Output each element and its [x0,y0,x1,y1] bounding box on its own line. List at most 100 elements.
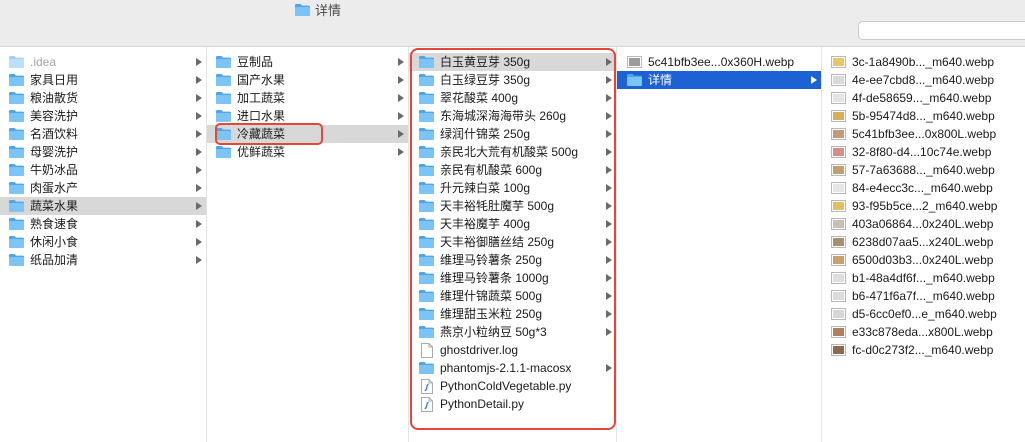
item-name: 肉蛋水产 [30,181,79,195]
folder-item[interactable]: .idea [0,53,206,71]
disclosure-triangle-icon [606,328,612,336]
folder-item[interactable]: 休闲小食 [0,233,206,251]
folder-item[interactable]: 豆制品 [207,53,408,71]
folder-icon [418,216,435,232]
image-file-icon [830,180,847,196]
window-title: 详情 [294,1,341,18]
folder-item[interactable]: 纸品加清 [0,251,206,269]
folder-item[interactable]: 东海城深海海带头 260g [409,107,616,125]
folder-item[interactable]: phantomjs-2.1.1-macosx [409,359,616,377]
folder-item[interactable]: 冷藏蔬菜 [207,125,408,143]
item-name: 家具日用 [30,73,79,87]
folder-icon [418,144,435,160]
item-name: 5c41bfb3ee...0x800L.webp [852,127,997,141]
folder-item[interactable]: 燕京小粒纳豆 50g*3 [409,323,616,341]
column-5: 3c-1a8490b..._m640.webp 4e-ee7cbd8..._m64… [822,47,1025,442]
item-name: 加工蔬菜 [237,91,286,105]
item-name: 维理甜玉米粒 250g [440,307,543,321]
file-item[interactable]: 57-7a63688..._m640.webp [822,161,1025,179]
item-name: 维理马铃薯条 250g [440,253,543,267]
item-name: 燕京小粒纳豆 50g*3 [440,325,547,339]
file-item[interactable]: 4e-ee7cbd8..._m640.webp [822,71,1025,89]
folder-icon [8,144,25,160]
folder-item[interactable]: 详情 [617,71,821,89]
item-name: e33c878eda...x800L.webp [852,325,993,339]
file-item[interactable]: ghostdriver.log [409,341,616,359]
folder-item[interactable]: 母婴洗护 [0,143,206,161]
folder-item[interactable]: 家具日用 [0,71,206,89]
file-item[interactable]: e33c878eda...x800L.webp [822,323,1025,341]
folder-icon [215,108,232,124]
folder-item[interactable]: 天丰裕御膳丝结 250g [409,233,616,251]
item-name: .idea [30,55,57,69]
item-name: 93-f95b5ce...2_m640.webp [852,199,998,213]
file-item[interactable]: PythonDetail.py [409,395,616,413]
search-input[interactable] [858,21,1025,40]
folder-icon [8,216,25,232]
file-item[interactable]: 3c-1a8490b..._m640.webp [822,53,1025,71]
item-name: PythonColdVegetable.py [440,379,572,393]
folder-item[interactable]: 维理马铃薯条 250g [409,251,616,269]
file-item[interactable]: fc-d0c273f2..._m640.webp [822,341,1025,359]
item-name: 美容洗护 [30,109,79,123]
file-item[interactable]: 4f-de58659..._m640.webp [822,89,1025,107]
folder-item[interactable]: 维理甜玉米粒 250g [409,305,616,323]
file-item[interactable]: 6500d03b3...0x240L.webp [822,251,1025,269]
item-name: 进口水果 [237,109,286,123]
disclosure-triangle-icon [398,130,404,138]
image-file-icon [830,72,847,88]
file-item[interactable]: 6238d07aa5...x240L.webp [822,233,1025,251]
image-file-icon [830,54,847,70]
folder-item[interactable]: 美容洗护 [0,107,206,125]
folder-icon [8,162,25,178]
file-item[interactable]: PythonColdVegetable.py [409,377,616,395]
folder-icon [215,90,232,106]
folder-item[interactable]: 翠花酸菜 400g [409,89,616,107]
item-name: 升元辣白菜 100g [440,181,531,195]
file-item[interactable]: b1-48a4df6f..._m640.webp [822,269,1025,287]
column-3: 白玉黄豆芽 350g 白玉绿豆芽 350g 翠花酸菜 400g 东海城深海海带头 26… [409,47,617,442]
file-item[interactable]: 93-f95b5ce...2_m640.webp [822,197,1025,215]
python-file-icon [418,378,435,394]
folder-item[interactable]: 升元辣白菜 100g [409,179,616,197]
item-name: 休闲小食 [30,235,79,249]
file-item[interactable]: 5c41bfb3ee...0x360H.webp [617,53,821,71]
folder-item[interactable]: 粮油散货 [0,89,206,107]
folder-item[interactable]: 白玉绿豆芽 350g [409,71,616,89]
folder-item[interactable]: 天丰裕魔芋 400g [409,215,616,233]
folder-item[interactable]: 天丰裕牦肚魔芋 500g [409,197,616,215]
folder-item[interactable]: 加工蔬菜 [207,89,408,107]
item-name: 白玉绿豆芽 350g [440,73,531,87]
item-name: 天丰裕魔芋 400g [440,217,531,231]
folder-item[interactable]: 亲民有机酸菜 600g [409,161,616,179]
file-item[interactable]: 5c41bfb3ee...0x800L.webp [822,125,1025,143]
folder-item[interactable]: 维理马铃薯条 1000g [409,269,616,287]
folder-item[interactable]: 绿润什锦菜 250g [409,125,616,143]
file-item[interactable]: 32-8f80-d4...10c74e.webp [822,143,1025,161]
folder-item[interactable]: 国产水果 [207,71,408,89]
image-file-icon [830,126,847,142]
folder-item[interactable]: 进口水果 [207,107,408,125]
file-item[interactable]: b6-471f6a7f..._m640.webp [822,287,1025,305]
folder-icon [8,126,25,142]
item-name: 6238d07aa5...x240L.webp [852,235,994,249]
folder-item[interactable]: 维理什锦蔬菜 500g [409,287,616,305]
folder-item[interactable]: 白玉黄豆芽 350g [409,53,616,71]
folder-item[interactable]: 优鲜蔬菜 [207,143,408,161]
folder-item[interactable]: 名酒饮料 [0,125,206,143]
file-item[interactable]: 84-e4ecc3c..._m640.webp [822,179,1025,197]
image-file-icon [830,162,847,178]
disclosure-triangle-icon [606,256,612,264]
folder-item[interactable]: 蔬菜水果 [0,197,206,215]
folder-item[interactable]: 肉蛋水产 [0,179,206,197]
file-item[interactable]: 403a06864...0x240L.webp [822,215,1025,233]
disclosure-triangle-icon [606,184,612,192]
file-item[interactable]: 5b-95474d8..._m640.webp [822,107,1025,125]
window-title-text: 详情 [315,3,342,18]
file-item[interactable]: d5-6cc0ef0...e_m640.webp [822,305,1025,323]
folder-item[interactable]: 亲民北大荒有机酸菜 500g [409,143,616,161]
folder-icon [418,324,435,340]
folder-item[interactable]: 熟食速食 [0,215,206,233]
folder-icon [418,126,435,142]
folder-item[interactable]: 牛奶冰品 [0,161,206,179]
